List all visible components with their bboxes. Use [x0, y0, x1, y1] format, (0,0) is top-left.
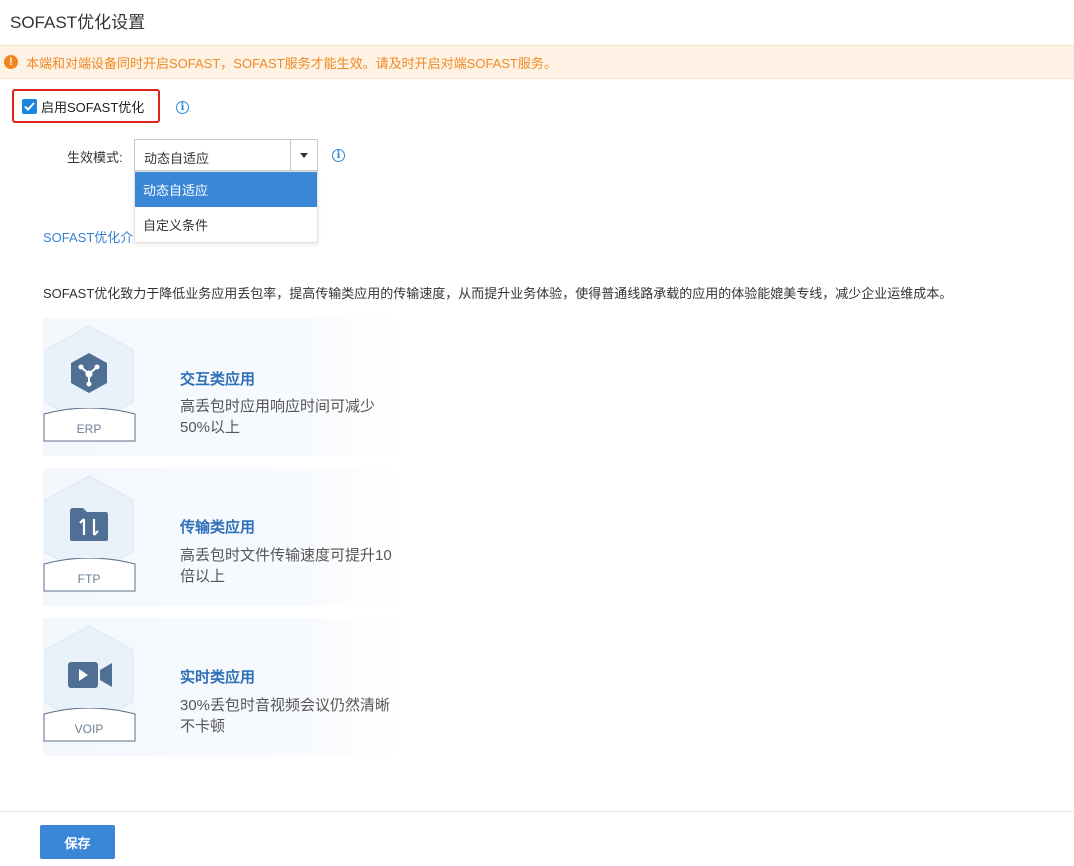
card-title: 交互类应用 [180, 371, 256, 388]
protocol-tag: ERP [76, 422, 102, 436]
card-description: 高丢包时文件传输速度可提升10倍以上 [180, 547, 392, 585]
interactive-app-card: ERP 交互类应用 高丢包时应用响应时间可减少50%以上 [43, 318, 403, 456]
warning-icon: ! [4, 55, 18, 69]
select-dropdown-button[interactable] [290, 140, 317, 170]
card-title: 传输类应用 [180, 519, 256, 536]
mode-dropdown-menu: 动态自适应 自定义条件 [134, 171, 318, 243]
caret-down-icon [300, 152, 308, 158]
checkbox-checked-icon[interactable] [22, 98, 37, 114]
sofast-intro-link[interactable]: SOFAST优化介 [43, 227, 133, 246]
enable-sofast-label: 启用SOFAST优化 [41, 99, 145, 115]
card-description: 高丢包时应用响应时间可减少50%以上 [180, 398, 376, 436]
mode-info-icon[interactable]: i [332, 149, 345, 162]
transfer-app-card: FTP 传输类应用 高丢包时文件传输速度可提升10倍以上 [43, 468, 403, 606]
enable-sofast-checkbox[interactable]: 启用SOFAST优化 [12, 89, 160, 123]
sofast-description: SOFAST优化致力于降低业务应用丢包率，提高传输类应用的传输速度，从而提升业务… [43, 286, 953, 301]
effective-mode-label: 生效模式: [67, 150, 123, 165]
footer-divider [0, 811, 1074, 812]
protocol-tag: VOIP [74, 722, 104, 736]
card-description: 30%丢包时音视频会议仍然清晰不卡顿 [180, 697, 391, 735]
transfer-folder-icon [70, 508, 108, 541]
select-value: 动态自适应 [144, 151, 210, 166]
card-title: 实时类应用 [180, 669, 256, 686]
page-title: SOFAST优化设置 [10, 13, 146, 32]
dropdown-option-dynamic[interactable]: 动态自适应 [135, 172, 317, 207]
save-button[interactable]: 保存 [40, 825, 115, 859]
info-icon[interactable]: i [176, 101, 189, 114]
cube-icon [71, 353, 107, 393]
warning-banner: ! 本端和对端设备同时开启SOFAST，SOFAST服务才能生效。请及时开启对端… [0, 45, 1074, 79]
video-camera-icon [68, 662, 112, 688]
effective-mode-select[interactable]: 动态自适应 [134, 139, 318, 171]
realtime-app-card: VOIP 实时类应用 30%丢包时音视频会议仍然清晰不卡顿 [43, 618, 403, 756]
protocol-tag: FTP [77, 572, 101, 586]
warning-text: 本端和对端设备同时开启SOFAST，SOFAST服务才能生效。请及时开启对端SO… [26, 55, 557, 71]
dropdown-option-custom[interactable]: 自定义条件 [135, 207, 317, 242]
